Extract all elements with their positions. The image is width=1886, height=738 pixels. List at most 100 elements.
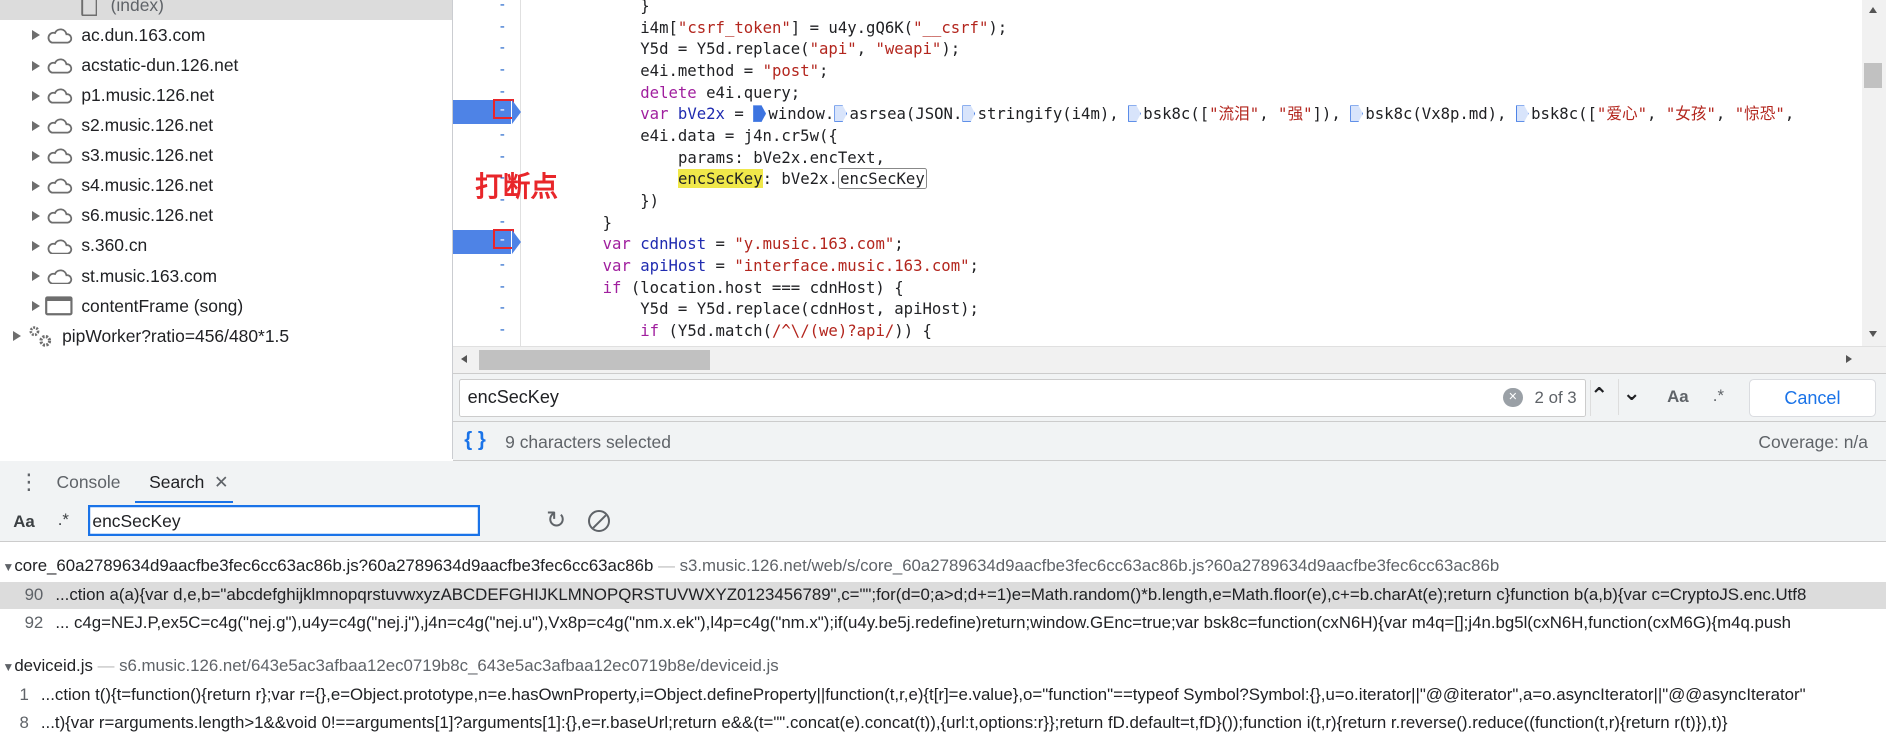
inline-breakpoint-icon[interactable] <box>834 105 848 122</box>
code-line: Y5d = Y5d.replace("api", "weapi"); <box>640 38 960 60</box>
scroll-right-arrow-icon[interactable] <box>1846 354 1853 363</box>
match-case-button[interactable]: Aa <box>13 512 35 532</box>
clear-search-icon[interactable]: × <box>1503 388 1523 408</box>
expand-arrow-icon[interactable] <box>32 271 41 282</box>
scroll-thumb[interactable] <box>478 349 710 371</box>
code-token: "女孩" <box>1665 104 1716 124</box>
code-token: bVe2x <box>677 104 725 124</box>
tree-item[interactable]: s4.music.126.net <box>0 171 452 201</box>
expand-arrow-icon[interactable] <box>32 30 41 41</box>
tree-item[interactable]: (index) <box>0 0 453 21</box>
tree-item[interactable]: s3.music.126.net <box>0 141 452 171</box>
next-match-button[interactable]: ⌄ <box>1623 380 1641 406</box>
cancel-button[interactable]: Cancel <box>1748 378 1876 417</box>
close-tab-icon[interactable]: ✕ <box>214 472 229 492</box>
expand-arrow-icon[interactable] <box>32 240 41 251</box>
code-line: Y5d = Y5d.replace(cdnHost, apiHost); <box>640 298 979 320</box>
tree-item[interactable]: p1.music.126.net <box>0 81 452 111</box>
code-token: apiHost <box>640 255 707 275</box>
code-token: /^\/(we)?api/ <box>771 320 895 340</box>
code-token: "csrf_token" <box>677 17 791 37</box>
refresh-icon[interactable]: ↻ <box>546 506 566 535</box>
inline-breakpoint-icon[interactable] <box>1515 105 1529 122</box>
code-line: var cdnHost = "y.music.163.com"; <box>603 233 904 255</box>
scroll-thumb[interactable] <box>1864 62 1883 88</box>
find-input[interactable]: encSecKey × 2 of 3 <box>459 378 1592 417</box>
code-token: bsk8c([ <box>1531 104 1597 124</box>
collapse-arrow-icon[interactable]: ▼ <box>2 560 14 574</box>
search-result-row[interactable]: 1 ...ction t(){t=function(){return r};var… <box>0 682 1886 708</box>
scroll-down-arrow-icon[interactable] <box>1869 330 1878 337</box>
code-token: "post" <box>762 61 820 81</box>
previous-match-button[interactable]: ⌃ <box>1590 383 1608 409</box>
scroll-up-arrow-icon[interactable] <box>1869 7 1878 14</box>
tree-item-label: s6.music.126.net <box>81 205 214 226</box>
code-line: }) <box>640 190 659 212</box>
scroll-left-arrow-icon[interactable] <box>460 354 467 363</box>
expand-arrow-icon[interactable] <box>32 150 41 161</box>
result-snippet: ...ction a(a){var d,e,b="abcdefghijklmno… <box>55 585 1807 605</box>
tree-item[interactable]: s6.music.126.net <box>0 201 452 231</box>
drawer-tabbar: ⋮ Console Search ✕ <box>0 460 1886 504</box>
tree-item[interactable]: s2.music.126.net <box>0 111 452 141</box>
inline-breakpoint-icon[interactable] <box>753 105 767 122</box>
regex-button[interactable]: .* <box>58 510 69 530</box>
expand-arrow-icon[interactable] <box>32 210 41 221</box>
expand-arrow-icon[interactable] <box>32 120 41 131</box>
tree-item-label: acstatic-dun.126.net <box>81 55 239 76</box>
expand-arrow-icon[interactable] <box>32 90 41 101</box>
search-result-row[interactable]: 92 ... c4g=NEJ.P,ex5C=c4g("nej.g"),u4y=c4… <box>0 610 1886 636</box>
expand-arrow-icon[interactable] <box>32 180 41 191</box>
result-file-header[interactable]: ▼deviceid.js — s6.music.126.net/643e5ac3… <box>2 654 778 679</box>
clear-results-icon[interactable] <box>588 509 611 532</box>
expand-arrow-icon[interactable] <box>32 301 41 312</box>
code-token: = <box>706 234 735 254</box>
cloud-icon <box>45 115 74 137</box>
tree-item[interactable]: ac.dun.163.com <box>0 20 452 50</box>
tree-item[interactable]: pipWorker?ratio=456/480*1.5 <box>0 321 452 351</box>
horizontal-scrollbar[interactable] <box>453 346 1886 374</box>
match-case-button[interactable]: Aa <box>1667 387 1689 407</box>
inline-breakpoint-icon[interactable] <box>962 105 976 122</box>
inline-breakpoint-icon[interactable] <box>1128 105 1141 122</box>
search-query-input[interactable]: encSecKey <box>87 505 480 537</box>
tree-item[interactable]: s.360.cn <box>0 231 452 261</box>
tree-item-label: pipWorker?ratio=456/480*1.5 <box>62 325 290 346</box>
tree-item[interactable]: acstatic-dun.126.net <box>0 51 452 81</box>
code-token: if <box>640 320 660 340</box>
result-snippet: ... c4g=NEJ.P,ex5C=c4g("nej.g"),u4y=c4g(… <box>55 612 1792 632</box>
code-token: , <box>1259 104 1279 124</box>
result-file-header[interactable]: ▼core_60a2789634d9aacfbe3fec6cc63ac86b.j… <box>2 554 1499 579</box>
result-snippet: ...t){var r=arguments.length>1&&void 0!=… <box>40 712 1728 732</box>
collapse-arrow-icon[interactable]: ▼ <box>2 660 14 674</box>
code-token: i4m[ <box>640 17 678 37</box>
vertical-scrollbar[interactable] <box>1861 0 1886 347</box>
code-editor[interactable]: ---------------- } i4m["csrf_token"] = u4… <box>453 0 1862 347</box>
code-token: e4i.method = <box>640 61 763 81</box>
code-token: "interface.music.163.com" <box>734 255 970 275</box>
tab-search[interactable]: Search ✕ <box>134 461 234 503</box>
code-token: window. <box>768 104 835 124</box>
code-token: "爱心" <box>1596 104 1647 124</box>
selection-info: 9 characters selected <box>505 431 671 452</box>
code-token: "__csrf" <box>913 17 989 37</box>
search-result-row[interactable]: 8 ...t){var r=arguments.length>1&&void 0!… <box>0 710 1886 736</box>
more-options-icon[interactable]: ⋮ <box>18 469 40 495</box>
expand-arrow-icon[interactable] <box>32 60 41 71</box>
search-result-row[interactable]: 90 ...ction a(a){var d,e,b="abcdefghijklm… <box>0 582 1886 609</box>
cloud-icon <box>45 55 74 77</box>
pretty-print-icon[interactable]: { } <box>464 428 486 452</box>
code-token: ); <box>988 17 1008 37</box>
tree-item[interactable]: st.music.163.com <box>0 261 452 291</box>
code-token: if <box>602 277 622 297</box>
regex-button[interactable]: .* <box>1713 386 1724 406</box>
cloud-icon <box>45 205 74 227</box>
search-query: encSecKey <box>92 510 181 531</box>
result-line-number: 8 <box>19 712 29 732</box>
match-count: 2 of 3 <box>1534 388 1577 408</box>
expand-arrow-icon[interactable] <box>13 331 21 342</box>
inline-breakpoint-icon[interactable] <box>1350 105 1363 122</box>
tab-console[interactable]: Console <box>57 461 121 503</box>
tree-item[interactable]: contentFrame (song) <box>0 291 452 321</box>
